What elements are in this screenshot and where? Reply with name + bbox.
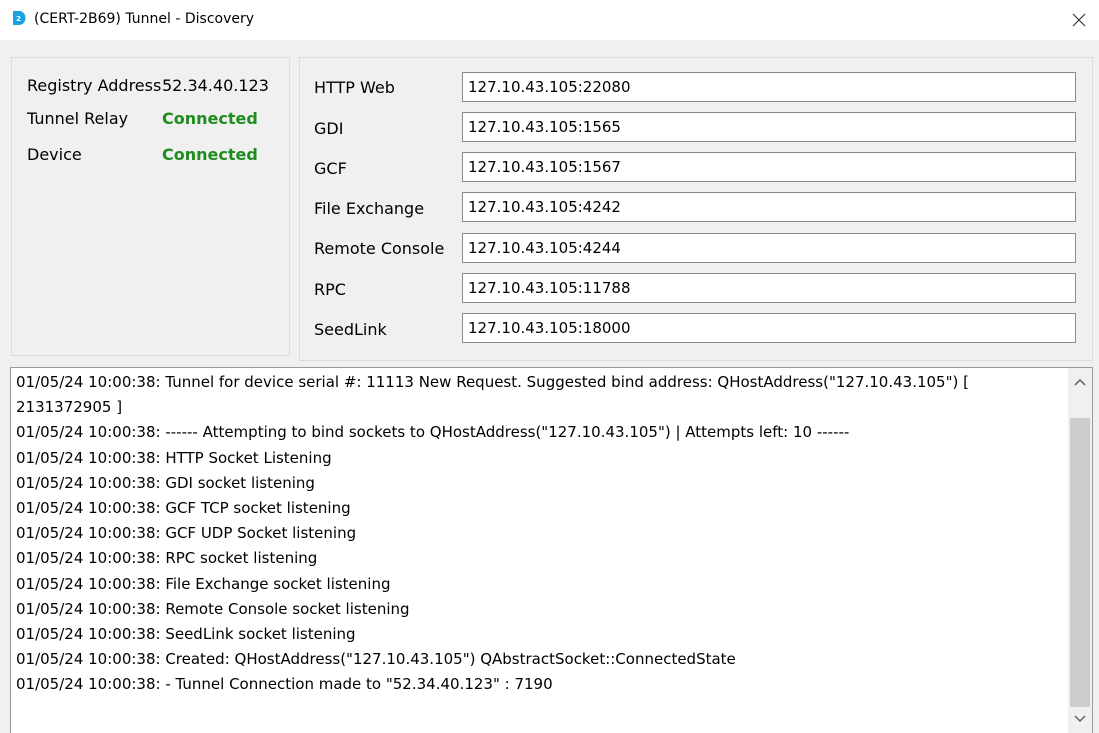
rpc-label: RPC [314, 280, 346, 299]
close-icon [1072, 13, 1086, 27]
log-line: 01/05/24 10:00:38: GCF TCP socket listen… [16, 499, 351, 518]
close-button[interactable] [1065, 8, 1093, 32]
log-lines: 01/05/24 10:00:38: Tunnel for device ser… [16, 370, 1066, 698]
scroll-up-button[interactable] [1068, 370, 1092, 394]
log-line: 01/05/24 10:00:38: Created: QHostAddress… [16, 650, 736, 669]
http-web-field[interactable]: 127.10.43.105:22080 [462, 72, 1076, 102]
connection-status-panel: Registry Address 52.34.40.123 Tunnel Rel… [11, 57, 290, 356]
tunnel-relay-label: Tunnel Relay [27, 109, 129, 128]
log-output[interactable]: 01/05/24 10:00:38: Tunnel for device ser… [10, 367, 1093, 733]
log-line: 2131372905 ] [16, 398, 123, 417]
log-line: 01/05/24 10:00:38: HTTP Socket Listening [16, 448, 332, 467]
svg-text:2: 2 [16, 15, 21, 23]
remote-console-label: Remote Console [314, 239, 445, 258]
file-exchange-label: File Exchange [314, 199, 425, 218]
app-logo-icon: 2 [13, 11, 26, 25]
tunnel-relay-status: Connected [162, 109, 258, 128]
gdi-label: GDI [314, 119, 344, 138]
scroll-down-button[interactable] [1068, 707, 1092, 731]
log-line: 01/05/24 10:00:38: File Exchange socket … [16, 574, 391, 593]
log-line: 01/05/24 10:00:38: - Tunnel Connection m… [16, 675, 553, 694]
log-scrollbar[interactable] [1068, 368, 1092, 733]
log-line: 01/05/24 10:00:38: SeedLink socket liste… [16, 625, 356, 644]
title-bar: 2 (CERT-2B69) Tunnel - Discovery [0, 0, 1099, 40]
remote-console-field[interactable]: 127.10.43.105:4244 [462, 233, 1076, 263]
registry-address-label: Registry Address [27, 76, 162, 95]
gdi-field[interactable]: 127.10.43.105:1565 [462, 112, 1076, 142]
log-line: 01/05/24 10:00:38: GDI socket listening [16, 473, 315, 492]
rpc-field[interactable]: 127.10.43.105:11788 [462, 273, 1076, 303]
port-mapping-panel: HTTP Web 127.10.43.105:22080 GDI 127.10.… [299, 57, 1093, 361]
gcf-label: GCF [314, 159, 347, 178]
log-line: 01/05/24 10:00:38: RPC socket listening [16, 549, 318, 568]
registry-address-value: 52.34.40.123 [162, 76, 269, 95]
log-line: 01/05/24 10:00:38: Remote Console socket… [16, 599, 410, 618]
window-title: (CERT-2B69) Tunnel - Discovery [34, 11, 255, 27]
file-exchange-field[interactable]: 127.10.43.105:4242 [462, 192, 1076, 222]
device-status: Connected [162, 145, 258, 164]
log-line: 01/05/24 10:00:38: Tunnel for device ser… [16, 373, 969, 391]
seedlink-field[interactable]: 127.10.43.105:18000 [462, 313, 1076, 343]
http-web-label: HTTP Web [314, 78, 395, 97]
device-label: Device [27, 145, 82, 164]
chevron-down-icon [1074, 715, 1086, 723]
chevron-up-icon [1074, 378, 1086, 386]
log-line: 01/05/24 10:00:38: ------ Attempting to … [16, 423, 850, 442]
log-line: 01/05/24 10:00:38: GCF UDP Socket listen… [16, 524, 357, 543]
gcf-field[interactable]: 127.10.43.105:1567 [462, 152, 1076, 182]
scroll-thumb[interactable] [1070, 418, 1090, 707]
seedlink-label: SeedLink [314, 320, 387, 339]
